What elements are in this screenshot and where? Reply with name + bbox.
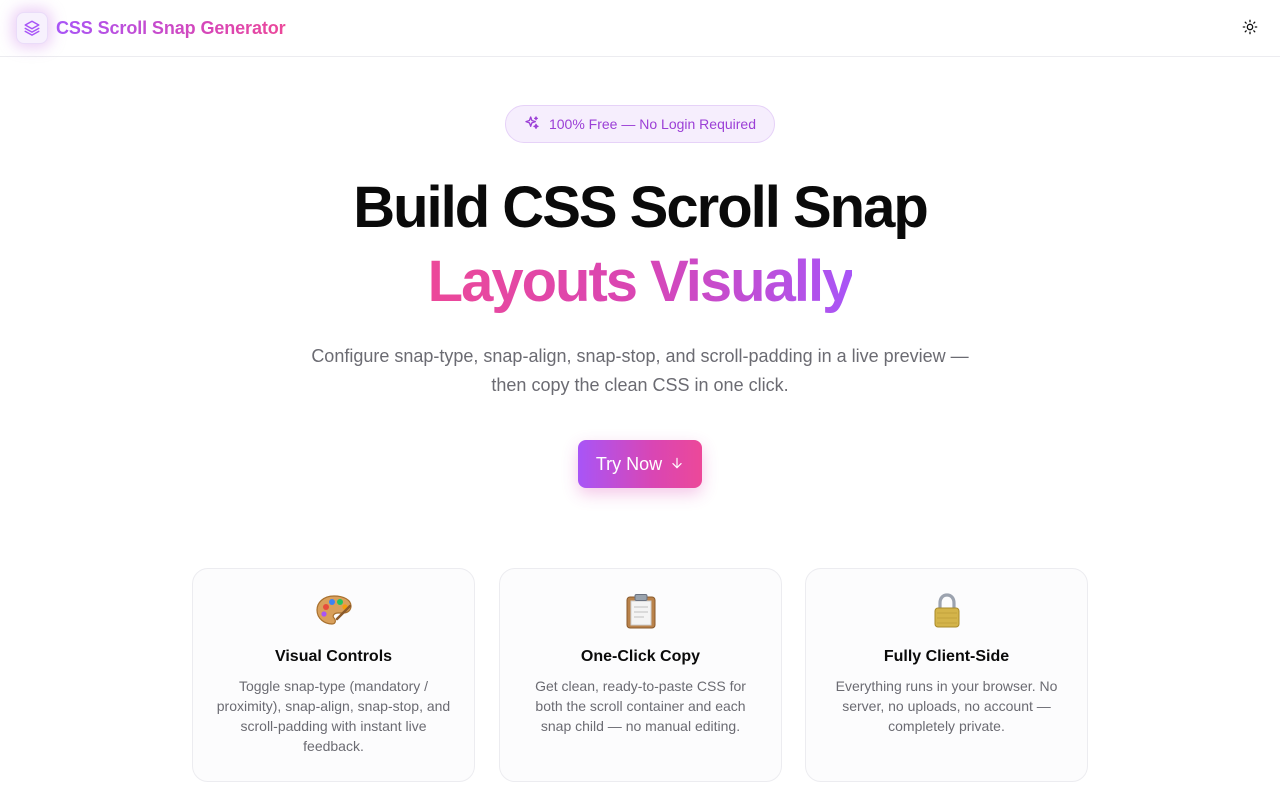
lock-icon: [806, 593, 1087, 629]
badge-text: 100% Free — No Login Required: [548, 116, 756, 132]
top-header: CSS Scroll Snap Generator: [0, 0, 1280, 57]
try-now-button[interactable]: Try Now: [578, 440, 702, 488]
subtitle-line-1: Configure snap-type, snap-align, snap-st…: [311, 346, 969, 366]
hero-title-accent-text: Layouts Visually: [427, 249, 855, 314]
subtitle-line-2: then copy the clean CSS in one click.: [491, 375, 789, 395]
feature-title: Visual Controls: [274, 648, 393, 665]
brand-name: CSS Scroll Snap Generator: [56, 17, 286, 38]
feature-title: One-Click Copy: [580, 648, 701, 665]
arrow-down-icon: [670, 454, 684, 475]
feature-description: Everything runs in your browser. No serv…: [835, 678, 1058, 734]
layers-icon: [16, 12, 48, 44]
hero-title: Build CSS Scroll Snap: [353, 175, 929, 240]
hero-title-accent: Layouts Visually: [0, 246, 1280, 318]
clipboard-icon: [500, 593, 781, 629]
brand[interactable]: CSS Scroll Snap Generator: [16, 12, 286, 44]
hero-subtitle: Configure snap-type, snap-align, snap-st…: [290, 342, 990, 400]
feature-description: Get clean, ready-to-paste CSS for both t…: [535, 678, 746, 734]
try-now-label: Try Now: [595, 453, 663, 474]
feature-card-visual-controls: Visual Controls Toggle snap-type (mandat…: [192, 568, 475, 782]
sparkles-icon: [524, 115, 540, 134]
feature-card-one-click-copy: One-Click Copy Get clean, ready-to-paste…: [499, 568, 782, 782]
palette-icon: [193, 593, 474, 627]
free-badge: 100% Free — No Login Required: [505, 105, 775, 143]
theme-toggle-button[interactable]: [1236, 14, 1264, 42]
feature-description: Toggle snap-type (mandatory / proximity)…: [216, 678, 451, 754]
feature-card-client-side: Fully Client-Side Everything runs in you…: [805, 568, 1088, 782]
feature-title: Fully Client-Side: [883, 648, 1010, 665]
sun-icon: [1242, 19, 1258, 38]
